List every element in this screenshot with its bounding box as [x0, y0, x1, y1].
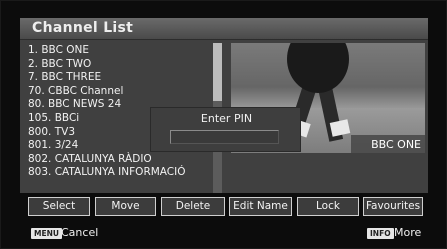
- title-bar: Channel List: [20, 18, 428, 40]
- lock-button[interactable]: Lock: [297, 197, 359, 216]
- channel-list-screen: Channel List 1. BBC ONE 2. BBC TWO 7. BB…: [0, 0, 447, 249]
- page-title: Channel List: [32, 20, 134, 36]
- preview-channel-name: BBC ONE: [371, 138, 421, 151]
- menu-hint-text: Cancel: [61, 226, 99, 239]
- scrollbar-thumb[interactable]: [213, 43, 222, 101]
- favourites-button[interactable]: Favourites: [363, 197, 423, 216]
- preview-ball: [287, 43, 349, 93]
- select-button[interactable]: Select: [28, 197, 90, 216]
- delete-button[interactable]: Delete: [161, 197, 225, 216]
- info-hint-text: More: [394, 226, 422, 239]
- pin-dialog: Enter PIN: [150, 107, 301, 152]
- channel-item[interactable]: 1. BBC ONE: [28, 44, 208, 58]
- menu-key-icon: MENU: [31, 228, 62, 239]
- channel-item[interactable]: 803. CATALUNYA INFORMACIÓ: [28, 166, 208, 180]
- channel-item[interactable]: 7. BBC THREE: [28, 71, 208, 85]
- footer-hints: MENU Cancel INFO More: [1, 223, 447, 243]
- pin-input[interactable]: [170, 130, 279, 144]
- channel-item[interactable]: 802. CATALUNYA RÀDIO: [28, 153, 208, 167]
- move-button[interactable]: Move: [95, 197, 156, 216]
- edit-name-button[interactable]: Edit Name: [229, 197, 292, 216]
- pin-label: Enter PIN: [200, 112, 253, 125]
- info-key-icon: INFO: [367, 228, 394, 239]
- channel-item[interactable]: 70. CBBC Channel: [28, 85, 208, 99]
- channel-item[interactable]: 2. BBC TWO: [28, 58, 208, 72]
